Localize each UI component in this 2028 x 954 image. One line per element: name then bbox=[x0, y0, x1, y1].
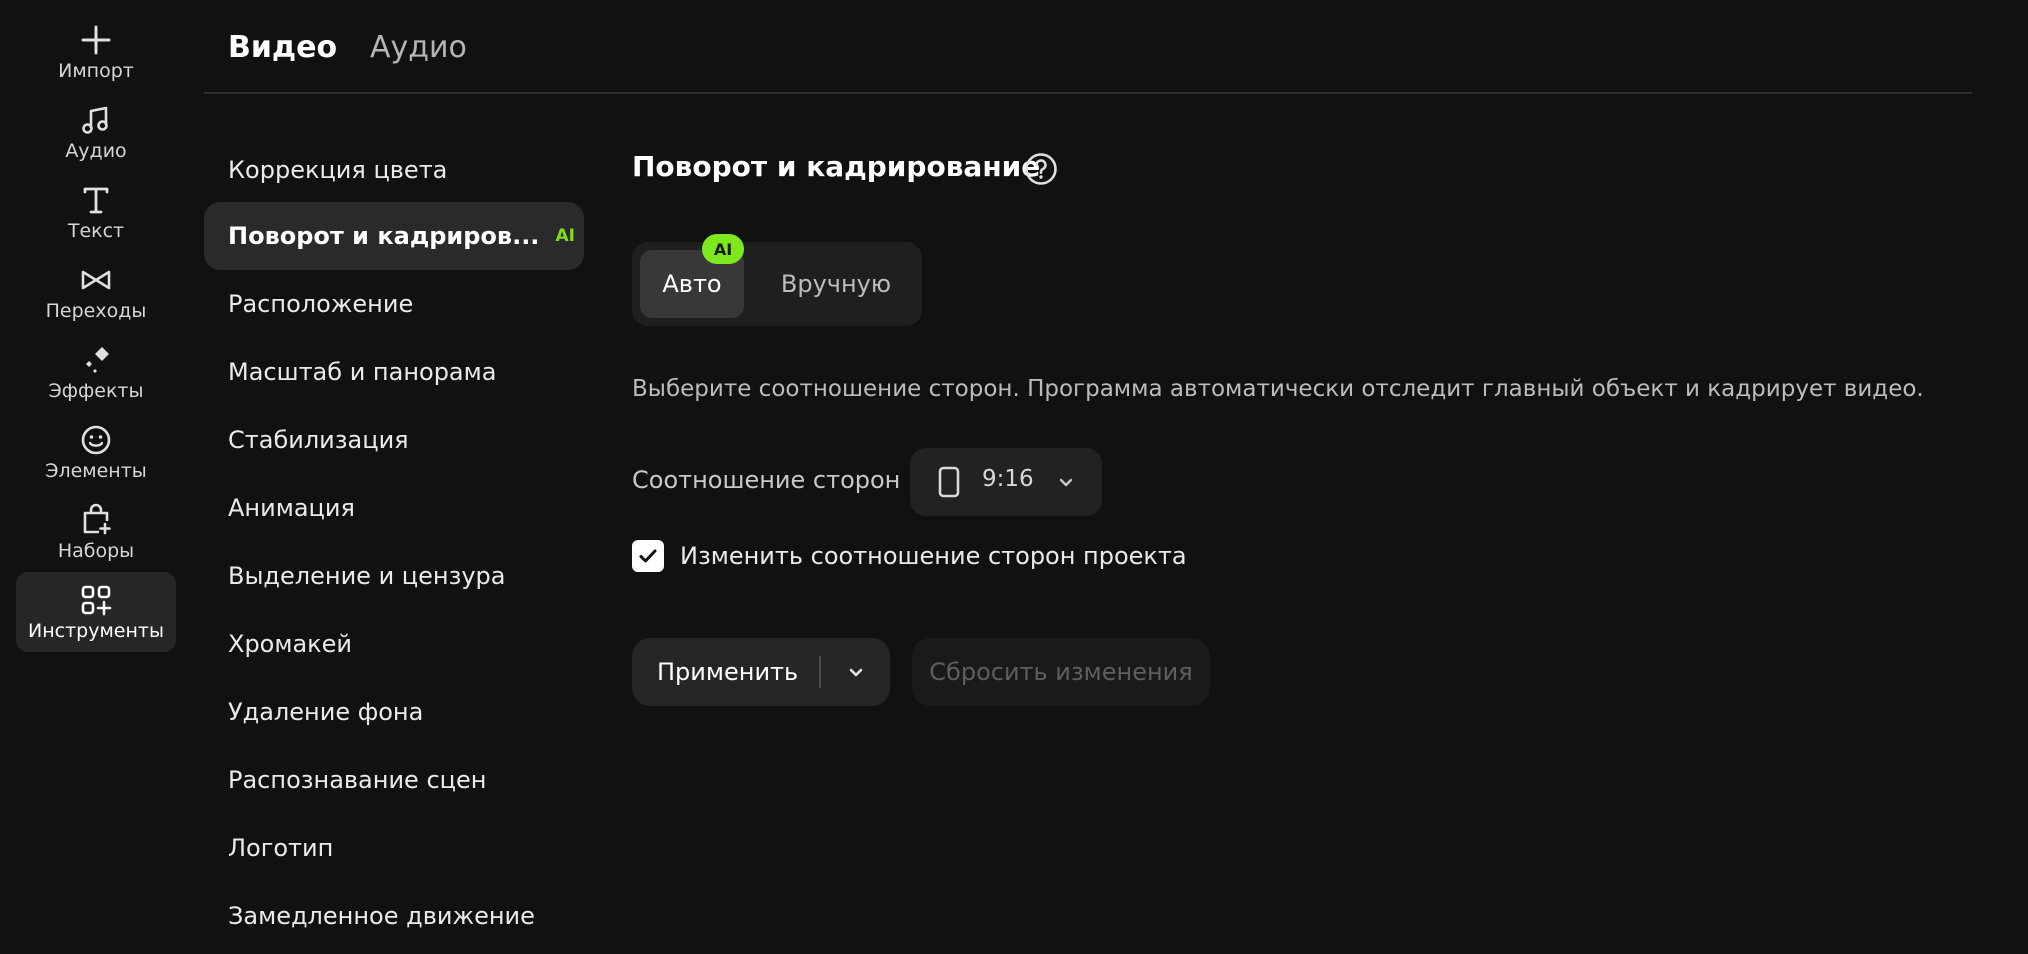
panel-title: Поворот и кадрирование bbox=[632, 150, 1041, 183]
apply-options-button[interactable] bbox=[822, 638, 890, 706]
menu-item-background-removal[interactable]: Удаление фона bbox=[204, 678, 584, 746]
rail-item-effects[interactable]: Эффекты bbox=[16, 332, 176, 412]
mode-segmented-control: Авто Вручную bbox=[632, 242, 922, 326]
plus-icon bbox=[78, 22, 114, 58]
menu-item-logo[interactable]: Логотип bbox=[204, 814, 584, 882]
aspect-ratio-label: Соотношение сторон bbox=[632, 466, 901, 494]
apply-divider bbox=[819, 656, 821, 688]
media-tabs: Видео Аудио bbox=[204, 0, 1972, 94]
ai-tag: AI bbox=[555, 226, 575, 246]
menu-item-stabilization[interactable]: Стабилизация bbox=[204, 406, 584, 474]
rail-item-audio[interactable]: Аудио bbox=[16, 92, 176, 172]
menu-item-scene-detection[interactable]: Распознавание сцен bbox=[204, 746, 584, 814]
menu-item-zoom-pan[interactable]: Масштаб и панорама bbox=[204, 338, 584, 406]
tab-video[interactable]: Видео bbox=[228, 28, 337, 68]
chevron-down-icon bbox=[849, 668, 863, 677]
menu-item-label: Коррекция цвета bbox=[228, 156, 448, 184]
reset-changes-button[interactable]: Сбросить изменения bbox=[912, 638, 1210, 706]
mode-manual-button[interactable]: Вручную bbox=[756, 250, 916, 318]
menu-item-label: Поворот и кадриров... bbox=[228, 222, 540, 250]
menu-item-animation[interactable]: Анимация bbox=[204, 474, 584, 542]
rail-label: Эффекты bbox=[48, 380, 144, 402]
menu-item-chroma-key[interactable]: Хромакей bbox=[204, 610, 584, 678]
apply-split-button: Применить bbox=[632, 638, 890, 706]
rail-item-elements[interactable]: Элементы bbox=[16, 412, 176, 492]
chevron-down-icon bbox=[1056, 472, 1076, 492]
rail-label: Импорт bbox=[58, 60, 134, 82]
aspect-ratio-value: 9:16 bbox=[982, 466, 1034, 492]
phone-portrait-icon bbox=[938, 466, 960, 498]
aspect-ratio-select[interactable]: 9:16 bbox=[910, 448, 1102, 516]
text-icon bbox=[78, 182, 114, 218]
rail-item-tools[interactable]: Инструменты bbox=[16, 572, 176, 652]
rail-label: Переходы bbox=[45, 300, 147, 322]
rail-label: Наборы bbox=[57, 540, 135, 562]
music-note-icon bbox=[78, 102, 114, 138]
menu-item-slow-motion[interactable]: Замедленное движение bbox=[204, 882, 584, 950]
menu-item-label: Анимация bbox=[228, 494, 355, 522]
menu-item-label: Масштаб и панорама bbox=[228, 358, 497, 386]
tab-audio[interactable]: Аудио bbox=[370, 28, 467, 68]
tool-rail: Импорт Аудио Текст Переходы Эффекты Элем… bbox=[0, 0, 190, 954]
menu-item-rotate-crop[interactable]: Поворот и кадриров... AI bbox=[204, 202, 584, 270]
menu-item-label: Расположение bbox=[228, 290, 414, 318]
ai-badge: AI bbox=[702, 234, 744, 264]
menu-item-label: Стабилизация bbox=[228, 426, 409, 454]
sparkle-icon bbox=[78, 342, 114, 378]
help-icon[interactable] bbox=[1024, 152, 1058, 186]
menu-item-label: Распознавание сцен bbox=[228, 766, 487, 794]
rail-item-import[interactable]: Импорт bbox=[16, 12, 176, 92]
menu-item-label: Удаление фона bbox=[228, 698, 424, 726]
panel-description: Выберите соотношение сторон. Программа а… bbox=[632, 376, 1924, 402]
transition-icon bbox=[78, 262, 114, 298]
rail-label: Аудио bbox=[65, 140, 127, 162]
menu-item-color-correction[interactable]: Коррекция цвета bbox=[204, 136, 584, 204]
menu-item-label: Выделение и цензура bbox=[228, 562, 506, 590]
menu-item-position[interactable]: Расположение bbox=[204, 270, 584, 338]
change-project-ratio-checkbox[interactable] bbox=[632, 540, 664, 572]
rail-item-transitions[interactable]: Переходы bbox=[16, 252, 176, 332]
rail-item-collections[interactable]: Наборы bbox=[16, 492, 176, 572]
menu-item-label: Логотип bbox=[228, 834, 334, 862]
checkmark-icon bbox=[639, 549, 657, 563]
menu-item-highlight-censor[interactable]: Выделение и цензура bbox=[204, 542, 584, 610]
smiley-icon bbox=[78, 422, 114, 458]
apply-button[interactable]: Применить bbox=[632, 638, 822, 706]
menu-item-label: Хромакей bbox=[228, 630, 353, 658]
change-project-ratio-label[interactable]: Изменить соотношение сторон проекта bbox=[680, 542, 1187, 570]
tools-grid-icon bbox=[78, 582, 114, 618]
rail-label: Текст bbox=[67, 220, 125, 242]
menu-item-label: Замедленное движение bbox=[228, 902, 535, 930]
rail-item-text[interactable]: Текст bbox=[16, 172, 176, 252]
rail-label: Элементы bbox=[45, 460, 147, 482]
bag-plus-icon bbox=[78, 502, 114, 538]
rail-label: Инструменты bbox=[28, 620, 164, 642]
